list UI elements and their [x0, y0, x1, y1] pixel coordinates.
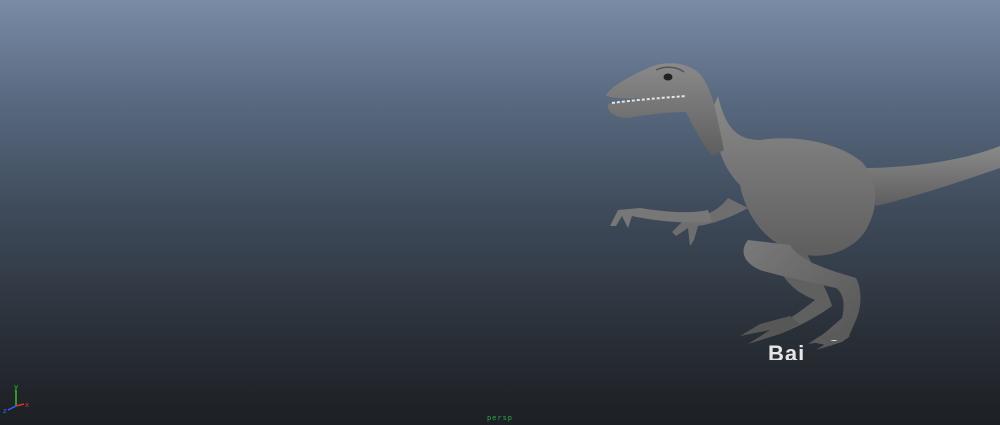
camera-label: persp — [486, 414, 514, 422]
z-axis-label: z — [3, 407, 7, 414]
viewport-3d[interactable]: Bai y x z persp — [0, 0, 1000, 425]
z-axis-line — [7, 405, 17, 411]
body — [712, 96, 876, 256]
x-axis-line — [15, 403, 25, 407]
watermark-text: Bai — [768, 341, 806, 360]
tail — [862, 146, 1000, 206]
watermark: Bai — [766, 340, 846, 360]
raptor-model[interactable] — [0, 0, 1000, 425]
y-axis-label: y — [14, 384, 18, 391]
x-axis-label: x — [25, 401, 29, 409]
eye — [663, 73, 673, 81]
paw-icon — [830, 340, 838, 341]
axis-gizmo: y x z — [3, 384, 29, 414]
